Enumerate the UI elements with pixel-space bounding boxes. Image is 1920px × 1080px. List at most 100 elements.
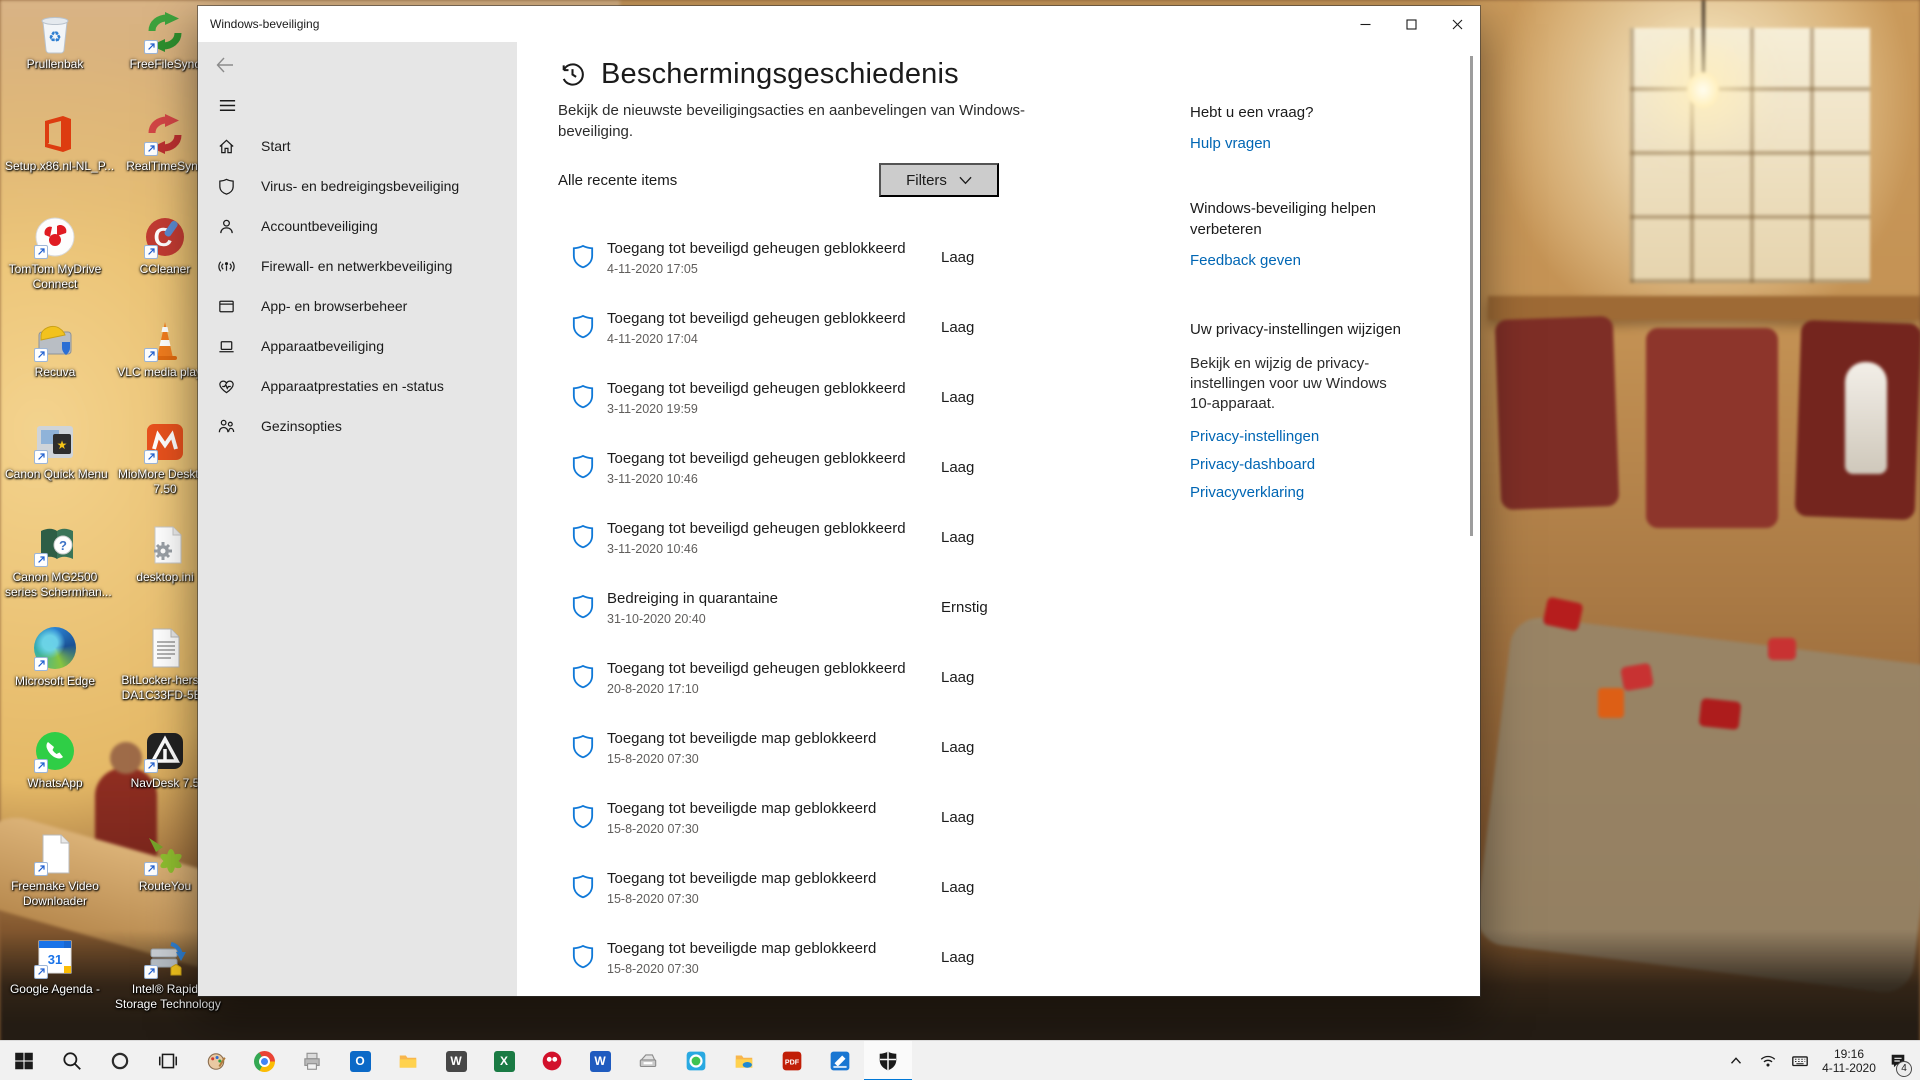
sidebar-item-start[interactable]: Start bbox=[198, 126, 517, 166]
minimize-button[interactable] bbox=[1342, 6, 1388, 42]
sidebar-item-virus-bedreiging[interactable]: Virus- en bedreigingsbeveiliging bbox=[198, 166, 517, 206]
event-row[interactable]: Toegang tot beveiligd geheugen geblokkee… bbox=[557, 447, 1127, 517]
event-date: 4-11-2020 17:05 bbox=[607, 262, 698, 276]
tray-chevron[interactable] bbox=[1720, 1041, 1752, 1080]
tray-keyboard[interactable] bbox=[1784, 1041, 1816, 1080]
folder-icon bbox=[397, 1050, 419, 1072]
edge-icon bbox=[33, 627, 77, 671]
sidebar-item-prestaties[interactable]: Apparaatprestaties en -status bbox=[198, 366, 517, 406]
taskbar-pdf[interactable]: PDF bbox=[768, 1041, 816, 1080]
event-row[interactable]: Toegang tot beveiligde map geblokkeerd 1… bbox=[557, 797, 1127, 867]
taskbar-word[interactable]: W bbox=[576, 1041, 624, 1080]
desktop-icon-prullenbak[interactable]: ♻ Prullenbak bbox=[5, 10, 105, 72]
desktop-icon-office-setup[interactable]: Setup.x86.nl-NL_P... bbox=[5, 112, 105, 174]
privacyverklaring-link[interactable]: Privacyverklaring bbox=[1190, 484, 1430, 501]
feedback-link[interactable]: Feedback geven bbox=[1190, 252, 1430, 269]
shield-icon bbox=[572, 664, 594, 689]
shortcut-arrow-icon bbox=[34, 759, 48, 773]
taskbar-onedrive-folder[interactable] bbox=[720, 1041, 768, 1080]
desktop-icon-canon-mg2500[interactable]: ? Canon MG2500 series Schermhan... bbox=[5, 523, 105, 600]
svg-text:PDF: PDF bbox=[785, 1058, 800, 1066]
taskbar-file-explorer[interactable] bbox=[384, 1041, 432, 1080]
event-row[interactable]: Bedreiging in quarantaine 31-10-2020 20:… bbox=[557, 587, 1127, 657]
ccleaner-icon: C bbox=[143, 215, 187, 259]
google-calendar-icon: 31 bbox=[33, 935, 77, 979]
desktop-icon-edge[interactable]: Microsoft Edge bbox=[5, 626, 105, 689]
window-title: Windows-beveiliging bbox=[198, 17, 1342, 31]
taskbar-whatsapp[interactable] bbox=[672, 1041, 720, 1080]
event-row[interactable]: Toegang tot beveiligd geheugen geblokkee… bbox=[557, 307, 1127, 377]
word-legacy-icon: W bbox=[446, 1051, 467, 1072]
event-row[interactable]: Toegang tot beveiligd geheugen geblokkee… bbox=[557, 377, 1127, 447]
taskbar: O W X W PDF 19:16 4-11-2020 4 bbox=[0, 1040, 1920, 1080]
pdf-icon: PDF bbox=[781, 1050, 803, 1072]
shortcut-arrow-icon bbox=[34, 245, 48, 259]
event-row[interactable]: Toegang tot beveiligde map geblokkeerd 1… bbox=[557, 867, 1127, 937]
desktop-icon-whatsapp[interactable]: WhatsApp bbox=[5, 729, 105, 791]
canon-manual-icon: ? bbox=[33, 523, 77, 567]
shield-icon bbox=[572, 734, 594, 759]
taskbar-fax[interactable] bbox=[288, 1041, 336, 1080]
filters-button[interactable]: Filters bbox=[879, 163, 999, 197]
excel-icon: X bbox=[494, 1051, 515, 1072]
taskbar-search[interactable] bbox=[48, 1041, 96, 1080]
shortcut-arrow-icon bbox=[34, 657, 48, 671]
menu-icon[interactable] bbox=[211, 90, 243, 120]
window-titlebar[interactable]: Windows-beveiliging bbox=[198, 6, 1480, 42]
taskbar-excel[interactable]: X bbox=[480, 1041, 528, 1080]
document-icon bbox=[33, 832, 77, 876]
close-button[interactable] bbox=[1434, 6, 1480, 42]
desktop-icon-tomtom[interactable]: TomTom MyDrive Connect bbox=[5, 215, 105, 292]
desktop-icon-freemake[interactable]: Freemake Video Downloader bbox=[5, 832, 105, 909]
desktop-icon-google-agenda[interactable]: 31 Google Agenda - bbox=[5, 935, 105, 997]
navdesk-icon bbox=[143, 729, 187, 773]
taskbar-task-view[interactable] bbox=[144, 1041, 192, 1080]
action-center[interactable]: 4 bbox=[1882, 1041, 1914, 1080]
shield-icon bbox=[572, 314, 594, 339]
chrome-icon bbox=[254, 1051, 275, 1072]
privacy-instellingen-link[interactable]: Privacy-instellingen bbox=[1190, 428, 1430, 445]
taskbar-clock[interactable]: 19:16 4-11-2020 bbox=[1816, 1047, 1882, 1075]
text-document-icon bbox=[143, 626, 187, 670]
event-row[interactable]: Toegang tot beveiligde map geblokkeerd 1… bbox=[557, 937, 1127, 996]
clock-date: 4-11-2020 bbox=[1820, 1061, 1878, 1075]
taskbar-scanner[interactable] bbox=[624, 1041, 672, 1080]
event-row[interactable]: Toegang tot beveiligde map geblokkeerd 1… bbox=[557, 727, 1127, 797]
chevron-up-icon bbox=[1727, 1052, 1745, 1070]
event-row[interactable]: Toegang tot beveiligd geheugen geblokkee… bbox=[557, 517, 1127, 587]
hulp-vragen-link[interactable]: Hulp vragen bbox=[1190, 135, 1430, 152]
privacy-dashboard-link[interactable]: Privacy-dashboard bbox=[1190, 456, 1430, 473]
canon-quick-menu-icon: ★ bbox=[33, 420, 77, 464]
sidebar-item-apparaatbeveiliging[interactable]: Apparaatbeveiliging bbox=[198, 326, 517, 366]
start-button[interactable] bbox=[0, 1041, 48, 1080]
taskbar-tomtom[interactable] bbox=[528, 1041, 576, 1080]
taskbar-chrome[interactable] bbox=[240, 1041, 288, 1080]
taskbar-paint[interactable] bbox=[192, 1041, 240, 1080]
taskbar-cortana[interactable] bbox=[96, 1041, 144, 1080]
clock-time: 19:16 bbox=[1820, 1047, 1878, 1061]
desktop-icon-canon-quick-menu[interactable]: ★ Canon Quick Menu bbox=[5, 420, 105, 482]
shield-icon bbox=[572, 804, 594, 829]
scrollbar[interactable] bbox=[1470, 56, 1473, 536]
event-row[interactable]: Toegang tot beveiligd geheugen geblokkee… bbox=[557, 237, 1127, 307]
shortcut-arrow-icon bbox=[144, 245, 158, 259]
maximize-button[interactable] bbox=[1388, 6, 1434, 42]
tray-wifi[interactable] bbox=[1752, 1041, 1784, 1080]
sidebar-item-account[interactable]: Accountbeveiliging bbox=[198, 206, 517, 246]
event-severity: Laag bbox=[941, 249, 974, 266]
scan-app-icon bbox=[829, 1050, 851, 1072]
sidebar-item-app-browser[interactable]: App- en browserbeheer bbox=[198, 286, 517, 326]
shortcut-arrow-icon bbox=[34, 965, 48, 979]
taskbar-word-legacy[interactable]: W bbox=[432, 1041, 480, 1080]
taskbar-scan-app[interactable] bbox=[816, 1041, 864, 1080]
desktop-icon-recuva[interactable]: Recuva bbox=[5, 318, 105, 380]
taskbar-outlook[interactable]: O bbox=[336, 1041, 384, 1080]
back-button[interactable] bbox=[208, 50, 242, 80]
svg-text:?: ? bbox=[59, 538, 67, 553]
sidebar-item-firewall[interactable]: Firewall- en netwerkbeveiliging bbox=[198, 246, 517, 286]
sidebar-item-gezinsopties[interactable]: Gezinsopties bbox=[198, 406, 517, 446]
question-heading: Hebt u een vraag? bbox=[1190, 102, 1430, 123]
taskbar-windows-security[interactable] bbox=[864, 1041, 912, 1080]
chevron-down-icon bbox=[959, 176, 972, 185]
event-row[interactable]: Toegang tot beveiligd geheugen geblokkee… bbox=[557, 657, 1127, 727]
